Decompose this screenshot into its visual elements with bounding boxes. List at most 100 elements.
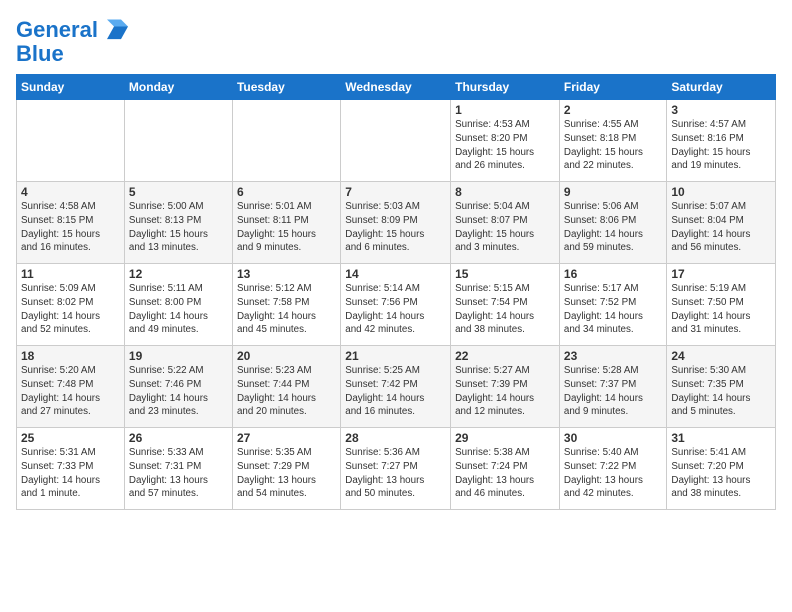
day-number: 23	[564, 349, 662, 363]
day-info: Sunrise: 5:22 AM Sunset: 7:46 PM Dayligh…	[129, 364, 228, 419]
calendar-cell: 26Sunrise: 5:33 AM Sunset: 7:31 PM Dayli…	[124, 428, 232, 510]
day-number: 17	[671, 267, 771, 281]
calendar-table: SundayMondayTuesdayWednesdayThursdayFrid…	[16, 74, 776, 510]
day-info: Sunrise: 5:00 AM Sunset: 8:13 PM Dayligh…	[129, 200, 228, 255]
day-info: Sunrise: 5:25 AM Sunset: 7:42 PM Dayligh…	[345, 364, 446, 419]
day-info: Sunrise: 5:07 AM Sunset: 8:04 PM Dayligh…	[671, 200, 771, 255]
day-info: Sunrise: 5:33 AM Sunset: 7:31 PM Dayligh…	[129, 446, 228, 501]
day-info: Sunrise: 4:58 AM Sunset: 8:15 PM Dayligh…	[21, 200, 120, 255]
day-number: 2	[564, 103, 662, 117]
day-info: Sunrise: 5:11 AM Sunset: 8:00 PM Dayligh…	[129, 282, 228, 337]
day-number: 15	[455, 267, 555, 281]
day-number: 12	[129, 267, 228, 281]
weekday-header-saturday: Saturday	[667, 75, 776, 100]
calendar-cell: 22Sunrise: 5:27 AM Sunset: 7:39 PM Dayli…	[451, 346, 560, 428]
day-info: Sunrise: 4:55 AM Sunset: 8:18 PM Dayligh…	[564, 118, 662, 173]
calendar-cell: 3Sunrise: 4:57 AM Sunset: 8:16 PM Daylig…	[667, 100, 776, 182]
weekday-header-thursday: Thursday	[451, 75, 560, 100]
calendar-cell: 1Sunrise: 4:53 AM Sunset: 8:20 PM Daylig…	[451, 100, 560, 182]
day-info: Sunrise: 5:27 AM Sunset: 7:39 PM Dayligh…	[455, 364, 555, 419]
day-number: 25	[21, 431, 120, 445]
calendar-cell: 6Sunrise: 5:01 AM Sunset: 8:11 PM Daylig…	[232, 182, 340, 264]
calendar-cell: 4Sunrise: 4:58 AM Sunset: 8:15 PM Daylig…	[17, 182, 125, 264]
weekday-header-sunday: Sunday	[17, 75, 125, 100]
calendar-cell: 19Sunrise: 5:22 AM Sunset: 7:46 PM Dayli…	[124, 346, 232, 428]
calendar-cell: 28Sunrise: 5:36 AM Sunset: 7:27 PM Dayli…	[341, 428, 451, 510]
day-info: Sunrise: 5:09 AM Sunset: 8:02 PM Dayligh…	[21, 282, 120, 337]
day-info: Sunrise: 5:41 AM Sunset: 7:20 PM Dayligh…	[671, 446, 771, 501]
calendar-cell: 9Sunrise: 5:06 AM Sunset: 8:06 PM Daylig…	[559, 182, 666, 264]
day-number: 21	[345, 349, 446, 363]
calendar-cell: 23Sunrise: 5:28 AM Sunset: 7:37 PM Dayli…	[559, 346, 666, 428]
day-number: 14	[345, 267, 446, 281]
calendar-cell	[124, 100, 232, 182]
calendar-cell: 18Sunrise: 5:20 AM Sunset: 7:48 PM Dayli…	[17, 346, 125, 428]
calendar-week-3: 11Sunrise: 5:09 AM Sunset: 8:02 PM Dayli…	[17, 264, 776, 346]
day-number: 26	[129, 431, 228, 445]
calendar-cell: 12Sunrise: 5:11 AM Sunset: 8:00 PM Dayli…	[124, 264, 232, 346]
calendar-cell: 2Sunrise: 4:55 AM Sunset: 8:18 PM Daylig…	[559, 100, 666, 182]
calendar-cell: 16Sunrise: 5:17 AM Sunset: 7:52 PM Dayli…	[559, 264, 666, 346]
day-number: 11	[21, 267, 120, 281]
day-info: Sunrise: 4:57 AM Sunset: 8:16 PM Dayligh…	[671, 118, 771, 173]
day-number: 18	[21, 349, 120, 363]
day-number: 8	[455, 185, 555, 199]
day-number: 30	[564, 431, 662, 445]
calendar-week-1: 1Sunrise: 4:53 AM Sunset: 8:20 PM Daylig…	[17, 100, 776, 182]
calendar-cell	[232, 100, 340, 182]
day-info: Sunrise: 5:15 AM Sunset: 7:54 PM Dayligh…	[455, 282, 555, 337]
calendar-cell: 24Sunrise: 5:30 AM Sunset: 7:35 PM Dayli…	[667, 346, 776, 428]
day-info: Sunrise: 5:20 AM Sunset: 7:48 PM Dayligh…	[21, 364, 120, 419]
logo-text-line1: General	[16, 18, 98, 42]
day-number: 10	[671, 185, 771, 199]
day-info: Sunrise: 5:19 AM Sunset: 7:50 PM Dayligh…	[671, 282, 771, 337]
day-number: 1	[455, 103, 555, 117]
weekday-header-friday: Friday	[559, 75, 666, 100]
calendar-cell: 14Sunrise: 5:14 AM Sunset: 7:56 PM Dayli…	[341, 264, 451, 346]
calendar-cell: 21Sunrise: 5:25 AM Sunset: 7:42 PM Dayli…	[341, 346, 451, 428]
calendar-cell: 27Sunrise: 5:35 AM Sunset: 7:29 PM Dayli…	[232, 428, 340, 510]
day-number: 4	[21, 185, 120, 199]
calendar-cell	[17, 100, 125, 182]
day-number: 28	[345, 431, 446, 445]
day-number: 5	[129, 185, 228, 199]
calendar-cell: 17Sunrise: 5:19 AM Sunset: 7:50 PM Dayli…	[667, 264, 776, 346]
day-number: 20	[237, 349, 336, 363]
day-number: 29	[455, 431, 555, 445]
day-info: Sunrise: 5:30 AM Sunset: 7:35 PM Dayligh…	[671, 364, 771, 419]
logo: General Blue	[16, 16, 128, 66]
day-number: 22	[455, 349, 555, 363]
page: General Blue SundayMondayTuesdayWednesda…	[0, 0, 792, 518]
day-number: 24	[671, 349, 771, 363]
day-number: 6	[237, 185, 336, 199]
calendar-cell: 29Sunrise: 5:38 AM Sunset: 7:24 PM Dayli…	[451, 428, 560, 510]
day-info: Sunrise: 5:06 AM Sunset: 8:06 PM Dayligh…	[564, 200, 662, 255]
day-info: Sunrise: 5:04 AM Sunset: 8:07 PM Dayligh…	[455, 200, 555, 255]
calendar-week-2: 4Sunrise: 4:58 AM Sunset: 8:15 PM Daylig…	[17, 182, 776, 264]
calendar-cell: 7Sunrise: 5:03 AM Sunset: 8:09 PM Daylig…	[341, 182, 451, 264]
day-info: Sunrise: 5:12 AM Sunset: 7:58 PM Dayligh…	[237, 282, 336, 337]
day-info: Sunrise: 5:14 AM Sunset: 7:56 PM Dayligh…	[345, 282, 446, 337]
calendar-header-row: SundayMondayTuesdayWednesdayThursdayFrid…	[17, 75, 776, 100]
calendar-cell: 31Sunrise: 5:41 AM Sunset: 7:20 PM Dayli…	[667, 428, 776, 510]
day-number: 19	[129, 349, 228, 363]
day-info: Sunrise: 5:38 AM Sunset: 7:24 PM Dayligh…	[455, 446, 555, 501]
calendar-cell: 10Sunrise: 5:07 AM Sunset: 8:04 PM Dayli…	[667, 182, 776, 264]
day-number: 3	[671, 103, 771, 117]
weekday-header-tuesday: Tuesday	[232, 75, 340, 100]
calendar-cell: 25Sunrise: 5:31 AM Sunset: 7:33 PM Dayli…	[17, 428, 125, 510]
weekday-header-wednesday: Wednesday	[341, 75, 451, 100]
calendar-week-5: 25Sunrise: 5:31 AM Sunset: 7:33 PM Dayli…	[17, 428, 776, 510]
day-info: Sunrise: 5:36 AM Sunset: 7:27 PM Dayligh…	[345, 446, 446, 501]
day-info: Sunrise: 5:28 AM Sunset: 7:37 PM Dayligh…	[564, 364, 662, 419]
day-info: Sunrise: 5:31 AM Sunset: 7:33 PM Dayligh…	[21, 446, 120, 501]
day-number: 31	[671, 431, 771, 445]
calendar-cell: 8Sunrise: 5:04 AM Sunset: 8:07 PM Daylig…	[451, 182, 560, 264]
day-info: Sunrise: 5:17 AM Sunset: 7:52 PM Dayligh…	[564, 282, 662, 337]
day-number: 9	[564, 185, 662, 199]
weekday-header-monday: Monday	[124, 75, 232, 100]
day-number: 27	[237, 431, 336, 445]
day-info: Sunrise: 5:40 AM Sunset: 7:22 PM Dayligh…	[564, 446, 662, 501]
calendar-cell: 15Sunrise: 5:15 AM Sunset: 7:54 PM Dayli…	[451, 264, 560, 346]
header: General Blue	[16, 12, 776, 66]
